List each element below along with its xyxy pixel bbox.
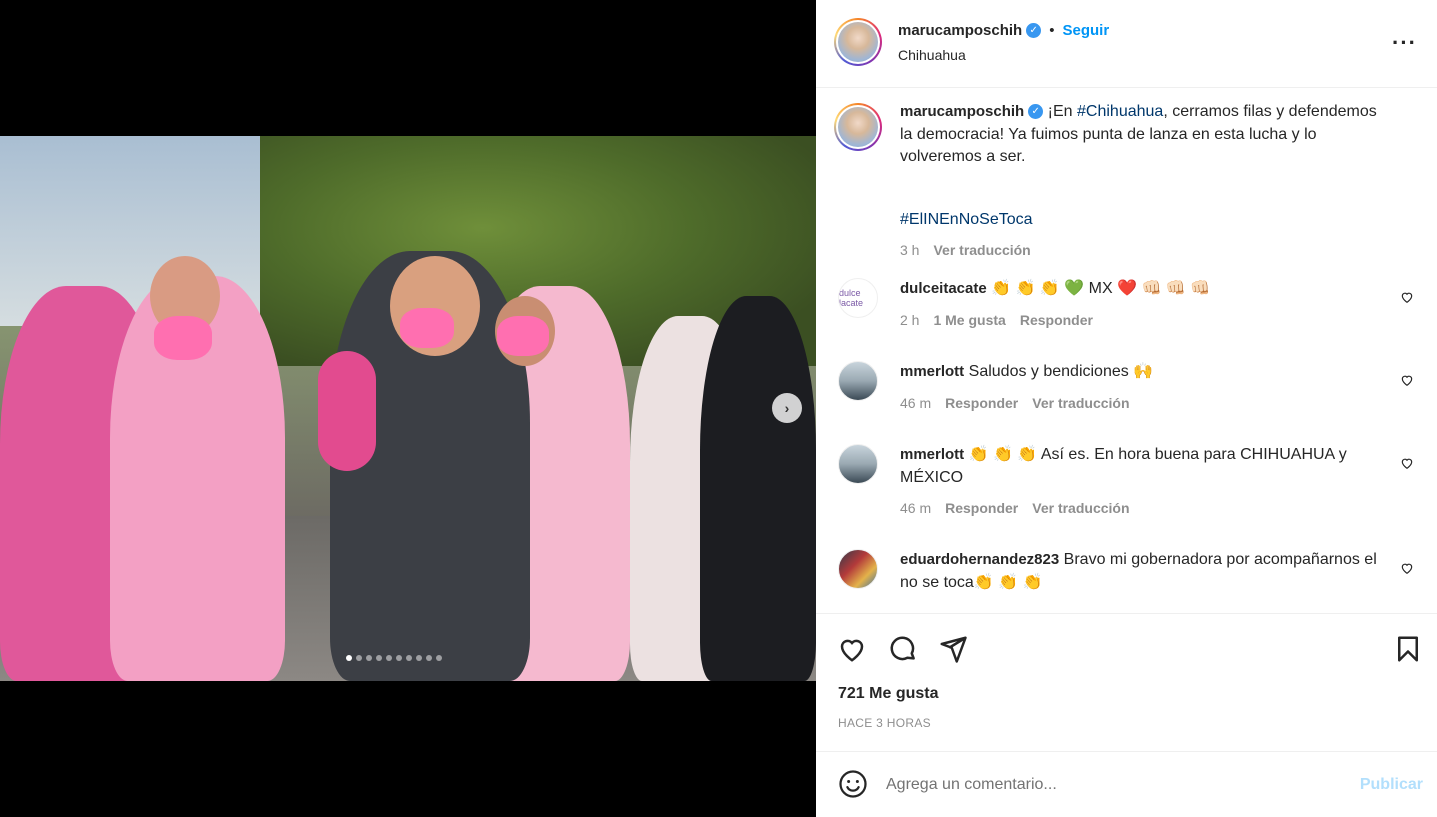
hashtag-link[interactable]: #ElINEnNoSeToca [900,211,1033,229]
carousel-dot [426,655,432,661]
carousel-dot [356,655,362,661]
separator: • [1049,22,1055,39]
translate-button[interactable]: Ver traducción [1032,395,1129,411]
reply-button[interactable]: Responder [1020,312,1093,328]
reply-button[interactable]: Responder [945,500,1018,516]
translate-button[interactable]: Ver traducción [1032,500,1129,516]
carousel-dots [346,655,442,661]
comment-time: 2 h [900,312,920,328]
photo-person [700,296,816,681]
carousel-dot [366,655,372,661]
comment-time: 46 m [900,500,932,516]
photo-mask [154,316,212,360]
post-timestamp: HACE 3 HORAS [838,716,931,730]
comment-likes[interactable]: 1 Me gusta [933,312,1005,328]
translate-button[interactable]: Ver traducción [933,242,1030,258]
like-comment-heart-icon[interactable] [1400,561,1414,575]
carousel-dot [376,655,382,661]
carousel-dot [346,655,352,661]
heart-icon[interactable] [837,634,867,664]
likes-count[interactable]: 721 Me gusta [838,685,938,703]
post-panel: marucamposchih ✓ • Seguir Chihuahua ··· … [816,0,1437,817]
carousel-dot [396,655,402,661]
photo-person-arm [318,351,376,471]
commenter-avatar[interactable] [838,549,878,589]
carousel-dot [436,655,442,661]
post-location[interactable]: Chihuahua [898,47,966,63]
post-actions: 721 Me gusta HACE 3 HORAS [816,613,1437,752]
comment-content: Saludos y bendiciones 🙌 [968,363,1154,380]
commenter-avatar[interactable] [838,444,878,484]
post-header: marucamposchih ✓ • Seguir Chihuahua ··· [816,0,1437,88]
comments-section[interactable]: marucamposchih ✓ ¡En #Chihuahua, cerramos… [816,89,1437,613]
publish-button[interactable]: Publicar [1360,776,1423,794]
instagram-post-view: › marucamposchih ✓ • Seguir Chihuahua ··… [0,0,1437,817]
add-comment-bar: Publicar [816,753,1437,817]
comment-meta: 2 h 1 Me gusta Responder [900,312,1093,328]
follow-button[interactable]: Seguir [1062,22,1109,39]
commenter-username[interactable]: mmerlott [900,446,964,463]
comment-time: 46 m [900,395,932,411]
author-username[interactable]: marucamposchih [898,22,1022,39]
like-comment-heart-icon[interactable] [1400,373,1414,387]
carousel-next-button[interactable]: › [772,393,802,423]
caption-username[interactable]: marucamposchih [900,103,1024,120]
like-comment-heart-icon[interactable] [1400,290,1414,304]
caption-text: marucamposchih ✓ ¡En #Chihuahua, cerramos… [900,101,1390,169]
carousel-dot [406,655,412,661]
hashtag-link[interactable]: #Chihuahua [1077,103,1163,120]
commenter-username[interactable]: mmerlott [900,363,964,380]
caption-time: 3 h [900,242,920,258]
comment-input[interactable] [886,767,1326,803]
bookmark-icon[interactable] [1393,634,1423,664]
commenter-avatar[interactable] [838,361,878,401]
caption-text-prefix: ¡En [1047,103,1078,120]
commenter-username[interactable]: eduardohernandez823 [900,551,1059,568]
author-avatar[interactable] [834,18,882,66]
post-photo[interactable] [0,136,816,681]
photo-mask [400,308,454,348]
verified-badge-icon: ✓ [1028,104,1044,120]
comment-text: dulceitacate 👏 👏 👏 💚 MX ❤️ 👊🏻 👊🏻 👊🏻 [900,278,1390,301]
commenter-username[interactable]: dulceitacate [900,280,987,297]
avatar-logo-text: dulce lacate [839,288,864,308]
like-comment-heart-icon[interactable] [1400,456,1414,470]
comment-text: mmerlott 👏 👏 👏 Así es. En hora buena par… [900,444,1390,489]
comment-meta: 46 m Responder Ver traducción [900,500,1130,516]
commenter-avatar[interactable]: dulce lacate [838,278,878,318]
caption-avatar[interactable] [834,103,882,151]
carousel-dot [386,655,392,661]
carousel-dot [416,655,422,661]
reply-button[interactable]: Responder [945,395,1018,411]
more-horizontal-icon[interactable]: ··· [1392,30,1417,56]
caption-meta: 3 h Ver traducción [900,242,1031,258]
chevron-right-icon: › [784,400,790,416]
comment-text: mmerlott Saludos y bendiciones 🙌 [900,361,1390,384]
comment-icon[interactable] [888,634,918,664]
verified-badge-icon: ✓ [1026,23,1042,38]
comment-text: eduardohernandez823 Bravo mi gobernadora… [900,549,1390,594]
comment-meta: 46 m Responder Ver traducción [900,395,1130,411]
media-area: › [0,0,816,817]
comment-content: 👏 👏 👏 💚 MX ❤️ 👊🏻 👊🏻 👊🏻 [991,280,1211,297]
emoji-icon[interactable] [838,769,868,799]
share-icon[interactable] [938,634,968,664]
photo-mask [497,316,549,356]
comment-content: 👏 👏 👏 Así es. En hora buena para CHIHUAH… [900,446,1347,486]
